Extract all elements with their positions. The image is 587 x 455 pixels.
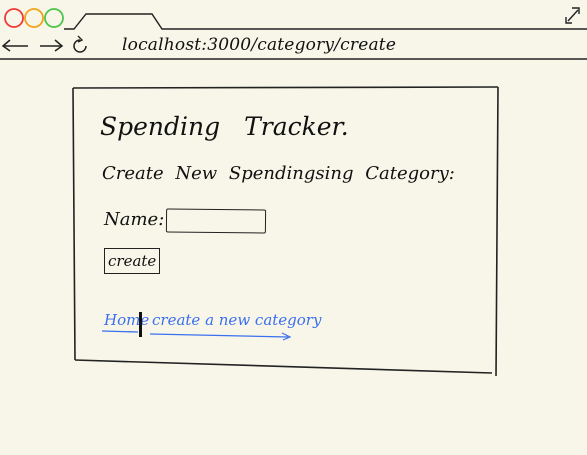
home-link-underline [101, 330, 139, 333]
create-category-link-underline [149, 333, 289, 338]
link-underlines [101, 330, 292, 341]
